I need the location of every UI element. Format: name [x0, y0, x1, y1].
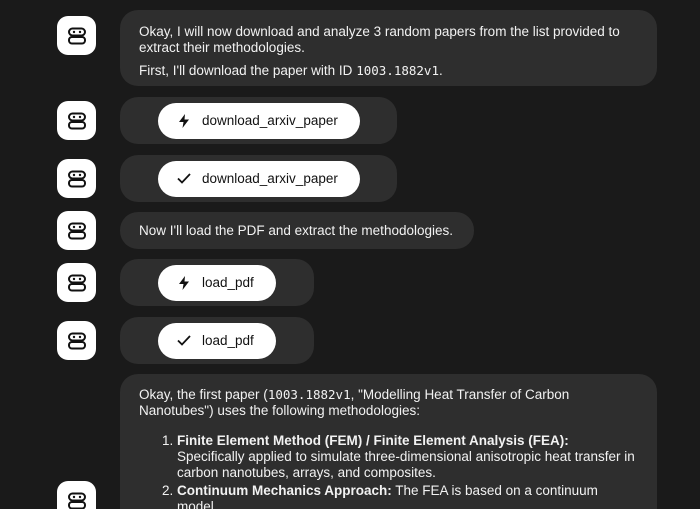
robot-icon	[67, 274, 86, 291]
robot-icon	[67, 27, 86, 44]
robot-icon	[67, 222, 86, 239]
assistant-avatar	[57, 101, 96, 140]
message-text: Okay, I will now download and analyze 3 …	[139, 24, 620, 55]
assistant-avatar	[57, 263, 96, 302]
assistant-avatar	[57, 211, 96, 250]
tool-call-button[interactable]: load_pdf	[158, 264, 276, 301]
tool-result-bubble: download_arxiv_paper	[120, 155, 397, 202]
assistant-message: Now I'll load the PDF and extract the me…	[120, 212, 474, 249]
message-text: Okay, the first paper (1003.1882v1, "Mod…	[139, 387, 639, 419]
tool-call-bubble: load_pdf	[120, 259, 314, 306]
bolt-icon	[176, 275, 192, 291]
message-text-fragment: .	[438, 63, 443, 78]
tool-call-button[interactable]: download_arxiv_paper	[158, 102, 360, 139]
list-item-title: Finite Element Method (FEM) / Finite Ele…	[177, 433, 569, 448]
bolt-icon	[176, 113, 192, 129]
assistant-avatar	[57, 159, 96, 198]
assistant-avatar	[57, 321, 96, 360]
assistant-message: Okay, the first paper (1003.1882v1, "Mod…	[120, 374, 657, 509]
message-text: First, I'll download the paper with ID 1…	[139, 63, 639, 79]
robot-icon	[67, 170, 86, 187]
list-item-text: Specifically applied to simulate three-d…	[177, 449, 635, 480]
tool-call-bubble: download_arxiv_paper	[120, 97, 397, 144]
robot-icon	[67, 332, 86, 349]
list-item: Finite Element Method (FEM) / Finite Ele…	[177, 433, 639, 481]
list-item: Continuum Mechanics Approach: The FEA is…	[177, 483, 639, 509]
methodology-list: Finite Element Method (FEM) / Finite Ele…	[139, 433, 639, 509]
chat-transcript: Okay, I will now download and analyze 3 …	[0, 0, 700, 509]
tool-name: load_pdf	[202, 332, 254, 348]
tool-result-bubble: load_pdf	[120, 317, 314, 364]
tool-name: load_pdf	[202, 274, 254, 290]
tool-result-button[interactable]: download_arxiv_paper	[158, 160, 360, 197]
check-icon	[176, 171, 192, 187]
assistant-message: Okay, I will now download and analyze 3 …	[120, 10, 657, 86]
assistant-avatar	[57, 481, 96, 509]
check-icon	[176, 333, 192, 349]
tool-name: download_arxiv_paper	[202, 112, 338, 128]
tool-result-button[interactable]: load_pdf	[158, 322, 276, 359]
list-item-title: Continuum Mechanics Approach:	[177, 483, 392, 498]
message-text-fragment: Okay, the first paper (	[139, 387, 268, 402]
paper-id-code: 1003.1882v1	[267, 387, 351, 402]
robot-icon	[67, 112, 86, 129]
tool-name: download_arxiv_paper	[202, 170, 338, 186]
assistant-avatar	[57, 16, 96, 55]
message-text: Now I'll load the PDF and extract the me…	[139, 223, 453, 238]
robot-icon	[67, 492, 86, 509]
paper-id-code: 1003.1882v1	[356, 63, 439, 78]
message-text-fragment: First, I'll download the paper with ID	[139, 63, 357, 78]
